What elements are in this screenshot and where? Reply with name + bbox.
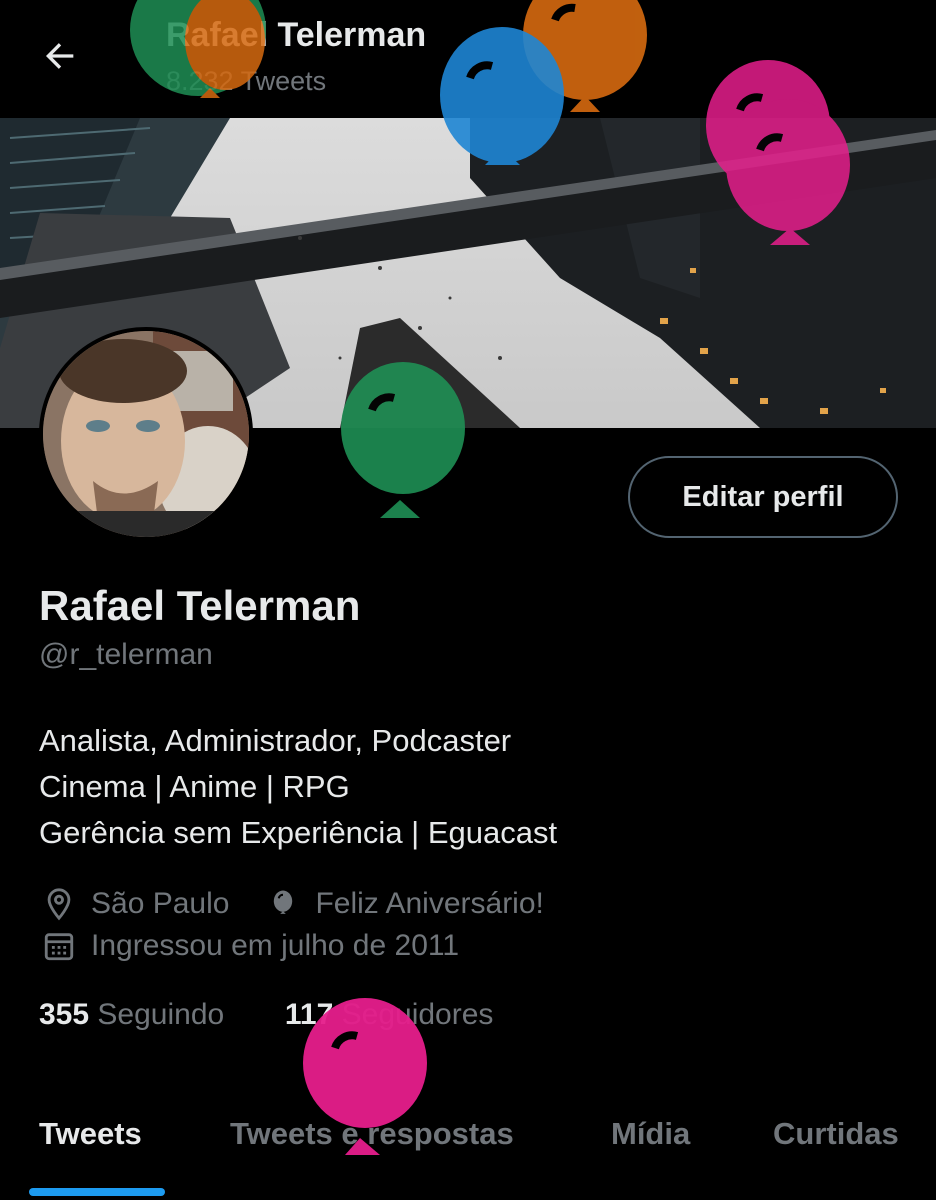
calendar-icon [39, 926, 79, 966]
followers-count: 117 [284, 998, 334, 1031]
profile-avatar[interactable] [39, 327, 253, 541]
header-title: Rafael Telerman [166, 16, 427, 54]
following-label: Seguindo [97, 998, 225, 1031]
followers-label: Seguidores [341, 998, 494, 1031]
tab-likes[interactable]: Curtidas [773, 1116, 899, 1152]
profile-display-name: Rafael Telerman [39, 582, 361, 629]
profile-location: São Paulo [91, 887, 230, 920]
back-button[interactable] [38, 34, 82, 78]
following-count: 355 [39, 998, 90, 1031]
top-bar: Rafael Telerman 8.232 Tweets [0, 0, 936, 118]
arrow-left-icon [46, 43, 74, 69]
bio-line: Analista, Administrador, Podcaster [39, 723, 512, 758]
tab-media[interactable]: Mídia [611, 1116, 690, 1152]
map-pin-icon [39, 884, 79, 924]
following-link[interactable]: 355 Seguindo [39, 998, 224, 1031]
profile-bio: Analista, Administrador, Podcaster Cinem… [39, 718, 557, 856]
followers-link[interactable]: 117 Seguidores [285, 998, 494, 1031]
profile-meta-row: São Paulo Feliz Aniversário! [39, 884, 544, 924]
bio-line: Cinema | Anime | RPG [39, 769, 350, 804]
profile-joined: Ingressou em julho de 2011 [91, 929, 460, 962]
profile-handle: @r_telerman [39, 638, 213, 671]
avatar-photo [43, 331, 249, 537]
profile-tabs: Tweets Tweets e respostas Mídia Curtidas [0, 1100, 936, 1200]
profile-birthday: Feliz Aniversário! [315, 887, 544, 920]
bio-line: Gerência sem Experiência | Eguacast [39, 815, 558, 850]
tab-tweets-and-replies[interactable]: Tweets e respostas [230, 1116, 514, 1152]
balloon-icon [263, 884, 303, 924]
profile-joined-row: Ingressou em julho de 2011 [39, 926, 459, 966]
tab-tweets[interactable]: Tweets [39, 1116, 142, 1152]
header-tweet-count: 8.232 Tweets [166, 66, 327, 96]
edit-profile-button[interactable]: Editar perfil [628, 456, 898, 538]
active-tab-indicator [29, 1188, 165, 1196]
follow-stats: 355 Seguindo 117 Seguidores [39, 998, 493, 1032]
